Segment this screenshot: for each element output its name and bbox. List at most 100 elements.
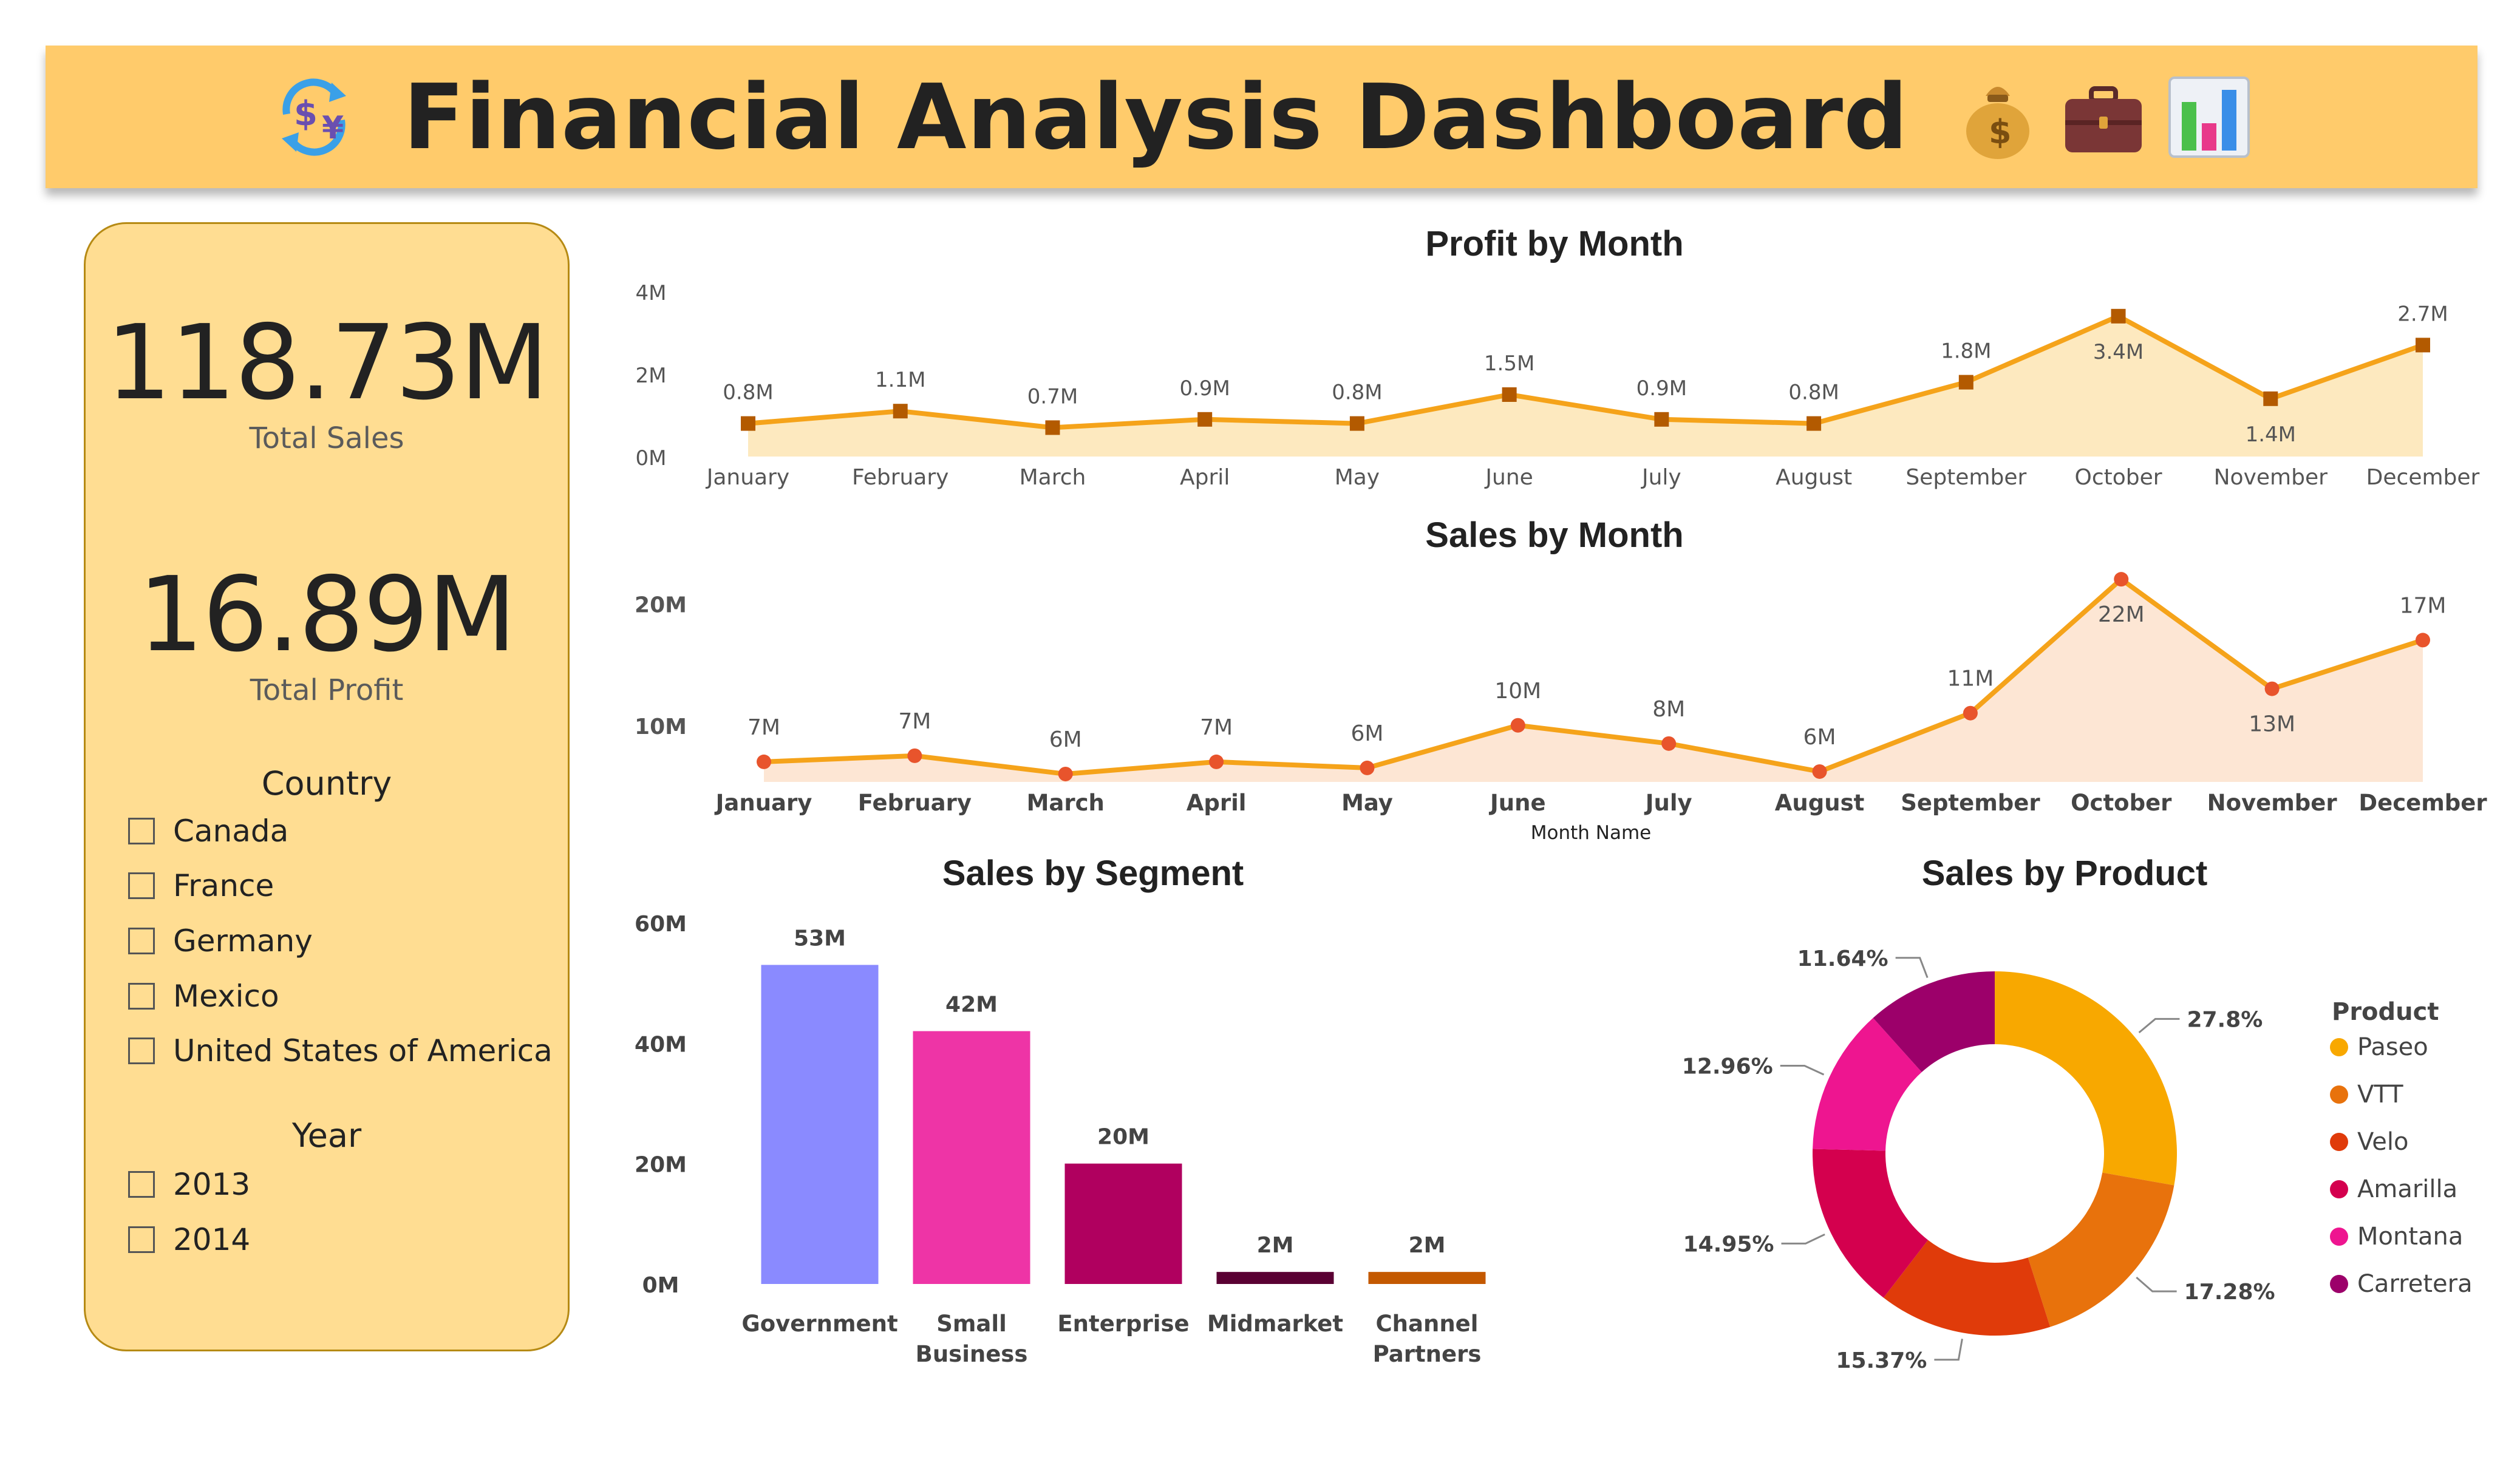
bar (1368, 1272, 1486, 1284)
x-tick-label: Partners (1373, 1341, 1482, 1367)
data-point (1360, 760, 1375, 775)
y-tick-label: 0M (642, 1273, 679, 1298)
data-label: 2M (1257, 1233, 1294, 1258)
legend-label: Montana (2357, 1223, 2463, 1251)
legend-marker (2330, 1228, 2348, 1246)
data-label: 15.37% (1836, 1348, 1927, 1373)
legend-marker (2330, 1085, 2348, 1104)
filter-panel: 118.73M Total Sales 16.89M Total Profit … (84, 222, 570, 1351)
x-tick-label: May (1341, 790, 1393, 816)
x-tick-label: November (2207, 790, 2338, 816)
checkbox[interactable] (128, 818, 155, 844)
data-point (893, 404, 908, 419)
legend-label: Carretera (2357, 1270, 2473, 1298)
x-tick-label: October (2075, 465, 2162, 490)
legend-label: Amarilla (2357, 1175, 2457, 1203)
total-profit-label: Total Profit (250, 673, 404, 707)
x-tick-label: June (1484, 465, 1533, 490)
bar (1064, 1163, 1182, 1284)
total-sales-label: Total Sales (249, 421, 404, 455)
profit-by-month-title: Profit by Month (1425, 224, 1684, 263)
country-slicer-title: Country (261, 764, 392, 803)
data-label: 7M (747, 715, 780, 740)
profit-by-month-chart[interactable]: 0M 2M 4M 0.8M January 1.1M February 0.7M March 0.… (607, 267, 2508, 498)
x-tick-label: March (1020, 465, 1086, 490)
data-point (1812, 764, 1827, 779)
leader-line (1781, 1233, 1825, 1245)
y-tick-label: 4M (636, 281, 667, 305)
data-label: 1.8M (1941, 339, 1991, 364)
data-point (1661, 736, 1677, 751)
data-label: 53M (794, 926, 846, 951)
data-label: 0.7M (1027, 384, 1078, 409)
data-point (2263, 391, 2278, 406)
data-label: 17M (2400, 593, 2447, 618)
x-tick-label: Enterprise (1057, 1311, 1189, 1337)
checkbox[interactable] (128, 1226, 155, 1253)
x-tick-label: January (714, 790, 812, 816)
year-slicer-title: Year (291, 1116, 362, 1155)
x-tick-label: October (2071, 790, 2172, 816)
leader-line (2138, 1017, 2180, 1034)
leader-line (1895, 957, 1929, 979)
x-tick-label: March (1027, 790, 1105, 816)
data-point (2114, 572, 2129, 587)
country-option-canada[interactable]: Canada (128, 810, 288, 852)
money-bag-icon: $ (1952, 72, 2043, 163)
currency-exchange-icon: $ ¥ (268, 72, 359, 163)
legend-marker (2330, 1133, 2348, 1151)
legend-marker (2330, 1038, 2348, 1056)
header-banner: $ ¥ Financial Analysis Dashboard $ (46, 46, 2477, 188)
country-option-label: United States of America (173, 1033, 553, 1068)
data-point (1807, 416, 1822, 431)
country-option-france[interactable]: France (128, 864, 274, 907)
svg-text:¥: ¥ (322, 110, 344, 146)
leader-line (1934, 1339, 1963, 1361)
year-option-2014[interactable]: 2014 (128, 1218, 250, 1261)
checkbox[interactable] (128, 983, 155, 1010)
data-label: 13M (2249, 712, 2295, 737)
data-label: 8M (1652, 697, 1685, 722)
x-tick-label: January (706, 465, 789, 490)
country-option-germany[interactable]: Germany (128, 920, 313, 962)
legend-label: Velo (2357, 1128, 2408, 1156)
checkbox[interactable] (128, 928, 155, 954)
y-tick-label: 40M (635, 1032, 687, 1057)
country-option-usa[interactable]: United States of America (128, 1030, 553, 1072)
x-tick-label: Midmarket (1207, 1311, 1343, 1337)
year-option-label: 2013 (173, 1167, 251, 1202)
y-tick-label: 20M (635, 593, 687, 617)
checkbox[interactable] (128, 1038, 155, 1064)
x-tick-label: Business (916, 1341, 1028, 1367)
svg-text:$: $ (294, 94, 318, 134)
legend-marker (2330, 1180, 2348, 1198)
data-label: 22M (2098, 602, 2145, 627)
x-tick-label: September (1901, 790, 2040, 816)
y-tick-label: 60M (635, 912, 687, 937)
data-label: 17.28% (2184, 1280, 2275, 1305)
checkbox[interactable] (128, 872, 155, 899)
data-point (2416, 338, 2430, 353)
sales-by-segment-chart[interactable]: 0M 20M 40M 60M 53M Government 42M Small Business… (607, 898, 1518, 1384)
data-point (2264, 681, 2280, 696)
country-option-mexico[interactable]: Mexico (128, 975, 279, 1017)
data-label: 11M (1947, 667, 1994, 691)
data-label: 0.8M (723, 381, 773, 405)
data-point (1958, 375, 1973, 390)
y-tick-label: 20M (635, 1153, 687, 1178)
data-label: 0.9M (1179, 376, 1230, 401)
sales-by-product-title: Sales by Product (1921, 854, 2208, 893)
leader-line (1780, 1064, 1825, 1076)
sales-by-product-chart[interactable]: 27.8% 17.28% 15.37% 14.95% 12.96% 11.64% Produ… (1640, 898, 2502, 1384)
data-label: 3.4M (2093, 340, 2144, 364)
data-point (1197, 412, 1213, 427)
legend-title: Product (2332, 998, 2439, 1026)
data-point (2416, 633, 2430, 648)
data-point (741, 416, 755, 431)
country-option-label: Mexico (173, 979, 279, 1014)
checkbox[interactable] (128, 1171, 155, 1198)
sales-by-month-chart[interactable]: 10M 20M 7M January 7M February 6M March 7M April 6… (607, 565, 2508, 850)
year-option-2013[interactable]: 2013 (128, 1163, 250, 1206)
data-point (1963, 705, 1978, 721)
data-point (1654, 412, 1669, 427)
